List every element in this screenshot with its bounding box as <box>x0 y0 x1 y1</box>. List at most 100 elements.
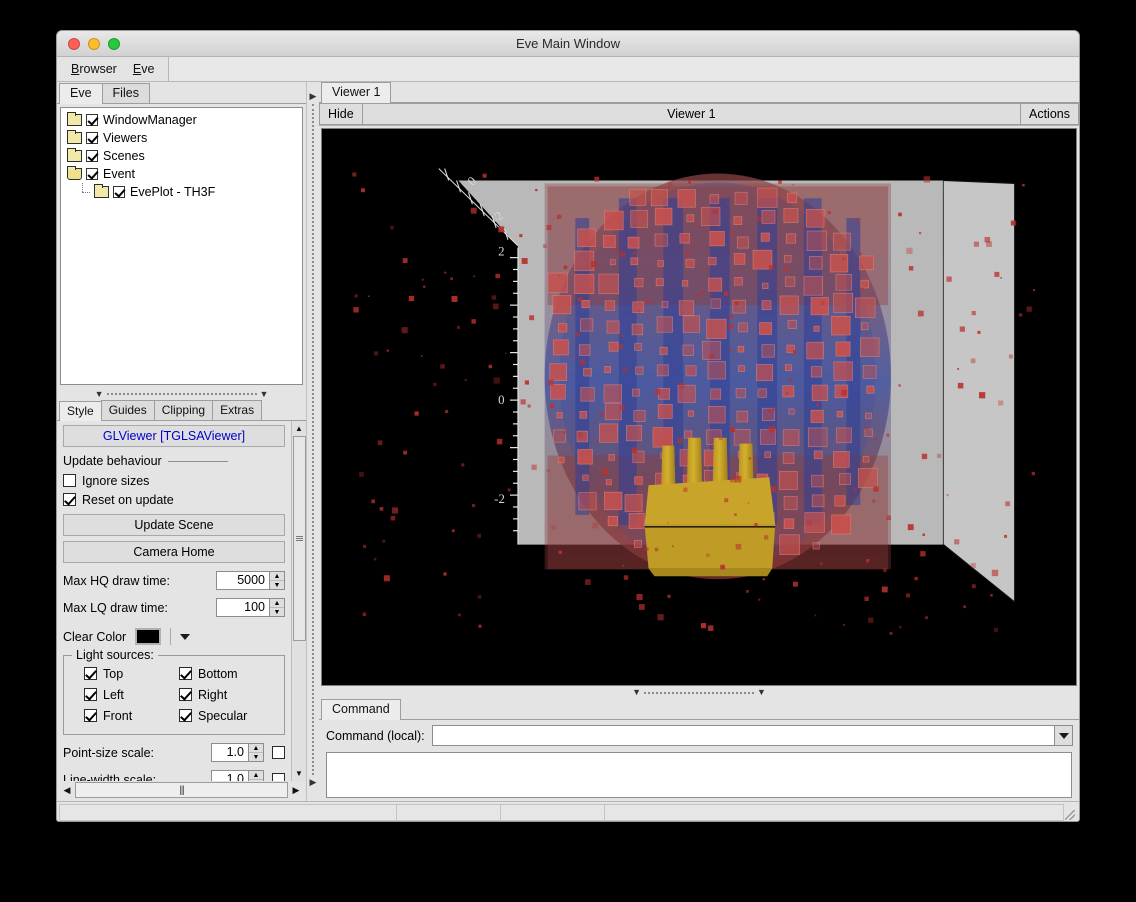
tab-files[interactable]: Files <box>102 83 150 103</box>
svg-text:0: 0 <box>498 393 504 407</box>
style-tabstrip: Style Guides Clipping Extras <box>57 400 306 421</box>
left-panel-splitter[interactable]: ▼ ▼ <box>57 388 306 400</box>
scroll-left-icon[interactable]: ◀ <box>61 785 73 796</box>
update-scene-button[interactable]: Update Scene <box>63 514 285 536</box>
folder-icon <box>67 114 82 126</box>
checkbox-light-right[interactable]: Right <box>179 685 274 704</box>
scrollbar-track[interactable] <box>293 436 306 766</box>
style-pane-scrollbar[interactable]: ▲ ▼ <box>291 421 306 781</box>
command-input[interactable] <box>433 726 1054 745</box>
checkbox-light-bottom[interactable]: Bottom <box>179 664 274 683</box>
tree-item-viewers[interactable]: Viewers <box>63 129 300 147</box>
stepper-arrows[interactable]: ▲ ▼ <box>269 572 284 589</box>
checkbox-light-specular[interactable]: Specular <box>179 706 274 725</box>
tree-item-label: Scenes <box>103 149 145 163</box>
tree-checkbox[interactable] <box>86 168 98 180</box>
tree-checkbox[interactable] <box>86 150 98 162</box>
camera-home-button[interactable]: Camera Home <box>63 541 285 563</box>
panel-splitter[interactable]: ▶ ▶ <box>307 82 319 801</box>
tab-style[interactable]: Style <box>59 401 102 421</box>
checkbox-light-left[interactable]: Left <box>84 685 179 704</box>
max-lq-draw-time-value[interactable]: 100 <box>217 599 269 616</box>
stepper-up-icon[interactable]: ▲ <box>249 744 263 753</box>
checkbox-reset-on-update[interactable]: Reset on update <box>63 490 285 509</box>
scrollbar-thumb[interactable] <box>293 436 306 641</box>
tree-item-eveplot[interactable]: EvePlot - TH3F <box>63 183 300 201</box>
light-sources-group: Light sources: Top Bottom <box>63 655 285 735</box>
scroll-up-icon[interactable]: ▲ <box>293 422 306 435</box>
line-width-scale-value[interactable]: 1.0 <box>212 771 248 781</box>
tree-item-windowmanager[interactable]: WindowManager <box>63 111 300 129</box>
stepper-down-icon[interactable]: ▼ <box>270 608 284 616</box>
close-button[interactable] <box>68 38 80 50</box>
folder-icon <box>67 132 82 144</box>
max-hq-draw-time-stepper[interactable]: 5000 ▲ ▼ <box>216 571 285 590</box>
checkbox-box[interactable] <box>63 474 76 487</box>
checkbox-box[interactable] <box>84 667 97 680</box>
max-lq-draw-time-stepper[interactable]: 100 ▲ ▼ <box>216 598 285 617</box>
checkbox-ignore-sizes[interactable]: Ignore sizes <box>63 471 285 490</box>
stepper-arrows[interactable]: ▲ ▼ <box>248 744 263 761</box>
style-pane-hscrollbar[interactable]: ◀ ||| ▶ <box>57 781 306 801</box>
gl-viewer-frame[interactable]: 0 -2 2 0 -2 <box>321 128 1077 686</box>
light-sources-label: Light sources: <box>72 648 158 662</box>
command-tabstrip: Command <box>319 699 1079 720</box>
stepper-arrows[interactable]: ▲ ▼ <box>269 599 284 616</box>
chevron-down-icon[interactable] <box>180 634 190 640</box>
checkbox-box[interactable] <box>84 709 97 722</box>
stepper-down-icon[interactable]: ▼ <box>249 753 263 761</box>
minimize-button[interactable] <box>88 38 100 50</box>
checkbox-box[interactable] <box>179 709 192 722</box>
tab-eve[interactable]: Eve <box>59 83 103 104</box>
tree-checkbox[interactable] <box>113 186 125 198</box>
left-panel: Eve Files WindowManager Viewers <box>57 82 307 801</box>
point-size-scale-stepper[interactable]: 1.0 ▲ ▼ <box>211 743 264 762</box>
checkbox-light-top[interactable]: Top <box>84 664 179 683</box>
command-combobox[interactable] <box>432 725 1073 746</box>
max-hq-draw-time-value[interactable]: 5000 <box>217 572 269 589</box>
scroll-right-icon[interactable]: ▶ <box>290 785 302 796</box>
menu-eve[interactable]: Eve <box>125 60 163 78</box>
stepper-down-icon[interactable]: ▼ <box>270 581 284 589</box>
checkbox-label: Front <box>103 709 132 723</box>
checkbox-light-front[interactable]: Front <box>84 706 179 725</box>
object-tree[interactable]: WindowManager Viewers Scenes <box>60 107 303 385</box>
tab-guides[interactable]: Guides <box>101 400 155 420</box>
tree-item-event[interactable]: Event <box>63 165 300 183</box>
hscrollbar-thumb[interactable]: ||| <box>75 782 288 798</box>
stepper-up-icon[interactable]: ▲ <box>249 771 263 780</box>
command-splitter[interactable]: ▼ ▼ <box>319 686 1079 699</box>
resize-grip-icon[interactable] <box>1063 804 1077 821</box>
checkbox-box[interactable] <box>179 667 192 680</box>
svg-text:-2: -2 <box>494 492 505 506</box>
hide-button[interactable]: Hide <box>319 103 363 125</box>
tree-checkbox[interactable] <box>86 114 98 126</box>
line-width-scale-stepper[interactable]: 1.0 ▲ ▼ <box>211 770 264 781</box>
checkbox-box[interactable] <box>63 493 76 506</box>
actions-button[interactable]: Actions <box>1020 103 1079 125</box>
menu-browser[interactable]: Browser <box>63 60 125 78</box>
stepper-up-icon[interactable]: ▲ <box>270 599 284 608</box>
gl-scene[interactable]: 0 -2 2 0 -2 <box>322 129 1076 679</box>
stepper-up-icon[interactable]: ▲ <box>270 572 284 581</box>
point-size-scale-value[interactable]: 1.0 <box>212 744 248 761</box>
tab-viewer-1[interactable]: Viewer 1 <box>321 82 391 103</box>
tree-item-scenes[interactable]: Scenes <box>63 147 300 165</box>
tree-checkbox[interactable] <box>86 132 98 144</box>
clear-color-swatch[interactable] <box>135 628 161 645</box>
checkbox-box[interactable] <box>84 688 97 701</box>
checkbox-box[interactable] <box>179 688 192 701</box>
zoom-button[interactable] <box>108 38 120 50</box>
stepper-down-icon[interactable]: ▼ <box>249 780 263 781</box>
glviewer-title: GLViewer [TGLSAViewer] <box>63 425 285 447</box>
tab-command[interactable]: Command <box>321 699 401 720</box>
tab-extras[interactable]: Extras <box>212 400 262 420</box>
tab-clipping[interactable]: Clipping <box>154 400 213 420</box>
scroll-down-icon[interactable]: ▼ <box>293 767 306 780</box>
point-size-scale-checkbox[interactable] <box>272 746 285 759</box>
chevron-down-icon[interactable] <box>1054 726 1072 745</box>
line-width-scale-checkbox[interactable] <box>272 773 285 781</box>
command-output[interactable] <box>326 752 1072 798</box>
stepper-arrows[interactable]: ▲ ▼ <box>248 771 263 781</box>
max-hq-draw-time-row: Max HQ draw time: 5000 ▲ ▼ <box>63 571 285 590</box>
